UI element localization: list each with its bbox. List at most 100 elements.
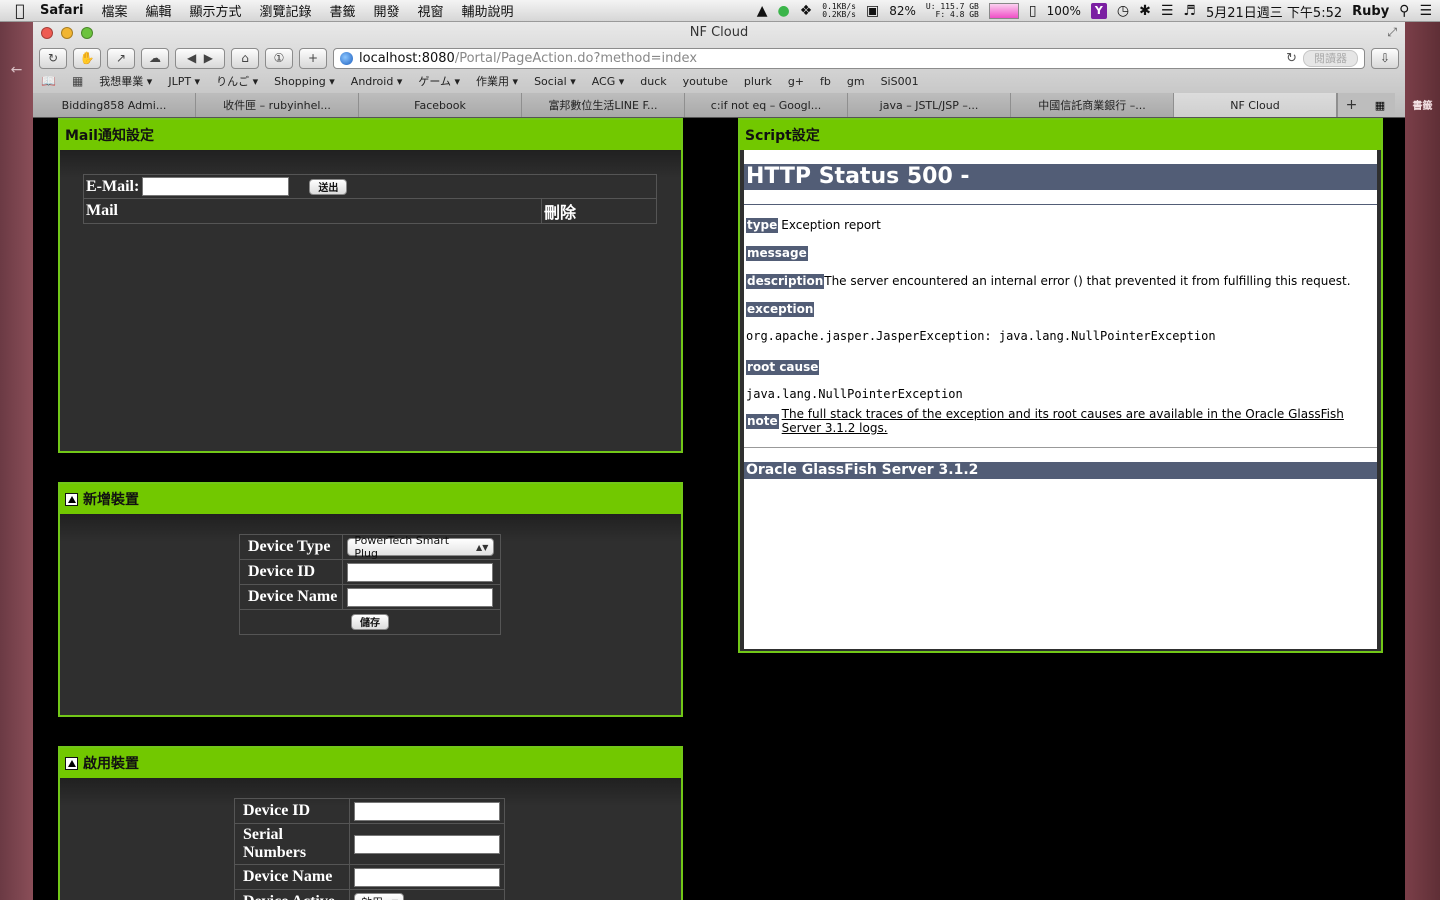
fullscreen-icon[interactable]: ⤢ (1387, 25, 1397, 40)
url-path: /Portal/PageAction.do?method=index (454, 50, 698, 66)
enable-device-title: 啟用裝置 (83, 756, 139, 772)
tab[interactable]: Facebook (359, 93, 522, 117)
top-sites-icon[interactable]: ▦ (72, 74, 83, 88)
menu-window[interactable]: 視窗 (418, 1, 444, 20)
bookmark-item[interactable]: ゲーム ▾ (418, 73, 460, 89)
hat-icon[interactable]: ▲ (757, 3, 768, 19)
reload-icon[interactable]: ↻ (1286, 51, 1297, 66)
device-name-input[interactable] (347, 587, 494, 607)
apple-icon[interactable]:  (0, 1, 40, 20)
enable-device-header[interactable]: 啟用裝置 (60, 748, 681, 778)
back-forward-buttons[interactable]: ◀ ▶ (175, 47, 225, 69)
tab[interactable]: 收件匣 – rubyinhel... (196, 93, 359, 117)
home-icon[interactable]: ⌂ (231, 47, 259, 69)
menu-edit[interactable]: 編輯 (145, 1, 171, 20)
bookmark-item[interactable]: fb (820, 75, 831, 88)
bookmark-item[interactable]: りんご ▾ (216, 73, 258, 89)
browser-chrome: NF Cloud ⤢ ↻ ✋ ↗ ☁ ◀ ▶ ⌂ ① + localhost:8… (33, 22, 1405, 118)
new-tab-button[interactable]: + (299, 47, 327, 69)
collapse-icon[interactable] (65, 756, 78, 770)
time-machine-icon[interactable]: ◷ (1117, 3, 1129, 19)
script-settings-title: Script設定 (745, 128, 820, 144)
delete-column-header: 刪除 (544, 205, 577, 222)
menu-file[interactable]: 檔案 (101, 1, 127, 20)
bluetooth-icon[interactable]: ✱ (1139, 3, 1151, 19)
bookmark-item[interactable]: 我想畢業 ▾ (99, 73, 152, 89)
add-device-title: 新增裝置 (83, 492, 139, 508)
bookmark-item[interactable]: Android ▾ (351, 75, 403, 88)
line-icon[interactable]: ● (777, 3, 789, 19)
desktop-left: ← (0, 22, 33, 900)
menu-view[interactable]: 顯示方式 (189, 1, 241, 20)
desktop-right: 書籤 (1405, 22, 1440, 900)
menu-help[interactable]: 輔助說明 (462, 1, 514, 20)
error-heading: HTTP Status 500 - (744, 164, 1377, 190)
reading-list-icon[interactable]: 📖 (41, 74, 56, 88)
volume-icon[interactable]: ♬ (1183, 3, 1196, 19)
bookmark-item[interactable]: 作業用 ▾ (476, 73, 518, 89)
root-cause-tag: root cause (746, 359, 820, 375)
tab-active[interactable]: NF Cloud (1174, 93, 1337, 117)
tab-overview-icon[interactable]: ▦ (1365, 93, 1395, 117)
bookmark-item[interactable]: ACG ▾ (592, 75, 625, 88)
tab[interactable]: java – JSTL/JSP –... (848, 93, 1011, 117)
notification-list-icon[interactable]: ☰ (1419, 3, 1432, 19)
bookmark-item[interactable]: youtube (683, 75, 728, 88)
device-active-select[interactable]: 啟用▲▼ (354, 893, 404, 900)
address-bar[interactable]: localhost:8080/Portal/PageAction.do?meth… (333, 47, 1365, 69)
wifi-icon[interactable]: ☰ (1161, 3, 1174, 19)
tab[interactable]: Bidding858 Admi... (33, 93, 196, 117)
hand-icon[interactable]: ✋ (73, 47, 101, 69)
cloud-icon[interactable]: ☁ (141, 47, 169, 69)
dropbox-icon[interactable]: ❖ (800, 3, 813, 19)
mail-settings-header: Mail通知設定 (60, 120, 681, 150)
email-input[interactable] (142, 177, 290, 196)
clock[interactable]: 5月21日週三 下午5:52 (1206, 2, 1342, 21)
bookmark-item[interactable]: JLPT ▾ (168, 75, 200, 88)
back-arrow-icon: ← (10, 62, 23, 78)
device-type-select[interactable]: PowerTech Smart Plug ▲▼ (347, 534, 495, 560)
serial-numbers-input[interactable] (354, 834, 500, 854)
tab-bar: Bidding858 Admi... 收件匣 – rubyinhel... Fa… (33, 93, 1405, 117)
menu-develop[interactable]: 開發 (374, 1, 400, 20)
description-tag: description (746, 273, 825, 289)
mail-table: E-Mail: 送出 Mail 刪除 (83, 174, 657, 224)
tab[interactable]: c:if not eq – Googl... (685, 93, 848, 117)
onepassword-icon[interactable]: ① (265, 47, 293, 69)
bookmark-item[interactable]: gm (847, 75, 865, 88)
collapse-icon[interactable] (65, 492, 78, 506)
bookmark-item[interactable]: Social ▾ (534, 75, 576, 88)
save-device-button[interactable]: 儲存 (351, 613, 389, 630)
bookmark-item[interactable]: g+ (788, 75, 804, 88)
memory-graph-icon[interactable] (988, 3, 1019, 19)
spotlight-icon[interactable]: ⚲ (1399, 3, 1409, 19)
add-device-header[interactable]: 新增裝置 (60, 484, 681, 514)
menu-app-name[interactable]: Safari (40, 3, 83, 18)
reload-app-icon[interactable]: ↻ (39, 47, 67, 69)
device-id-input[interactable] (347, 562, 494, 582)
cpu-icon[interactable]: ▣ (866, 3, 879, 19)
enable-device-id-input[interactable] (354, 801, 500, 821)
tab[interactable]: 富邦數位生活LINE F... (522, 93, 685, 117)
menu-bookmarks[interactable]: 書籤 (330, 1, 356, 20)
share-icon[interactable]: ↗ (107, 47, 135, 69)
user-name[interactable]: Ruby (1352, 4, 1389, 19)
yahoo-icon[interactable]: Y (1090, 3, 1107, 19)
bookmark-item[interactable]: plurk (744, 75, 772, 88)
bookmark-item[interactable]: SiS001 (881, 75, 919, 88)
tab[interactable]: 中國信託商業銀行 –... (1011, 93, 1174, 117)
download-icon[interactable]: ⇩ (1371, 47, 1399, 69)
reader-button[interactable]: 閱讀器 (1303, 49, 1358, 67)
desktop-label: 書籤 (1412, 101, 1433, 112)
bookmark-item[interactable]: duck (640, 75, 666, 88)
bookmark-item[interactable]: Shopping ▾ (274, 75, 335, 88)
menu-history[interactable]: 瀏覽記錄 (259, 1, 311, 20)
battery-icon[interactable]: ▯ (1029, 3, 1037, 19)
script-settings-header: Script設定 (740, 120, 1381, 150)
divider (744, 204, 1377, 205)
enable-device-name-input[interactable] (354, 867, 500, 887)
browser-toolbar: ↻ ✋ ↗ ☁ ◀ ▶ ⌂ ① + localhost:8080/Portal/… (39, 46, 1399, 70)
device-type-label: Device Type (238, 534, 344, 560)
add-tab-icon[interactable]: + (1337, 93, 1365, 117)
submit-email-button[interactable]: 送出 (309, 178, 348, 195)
